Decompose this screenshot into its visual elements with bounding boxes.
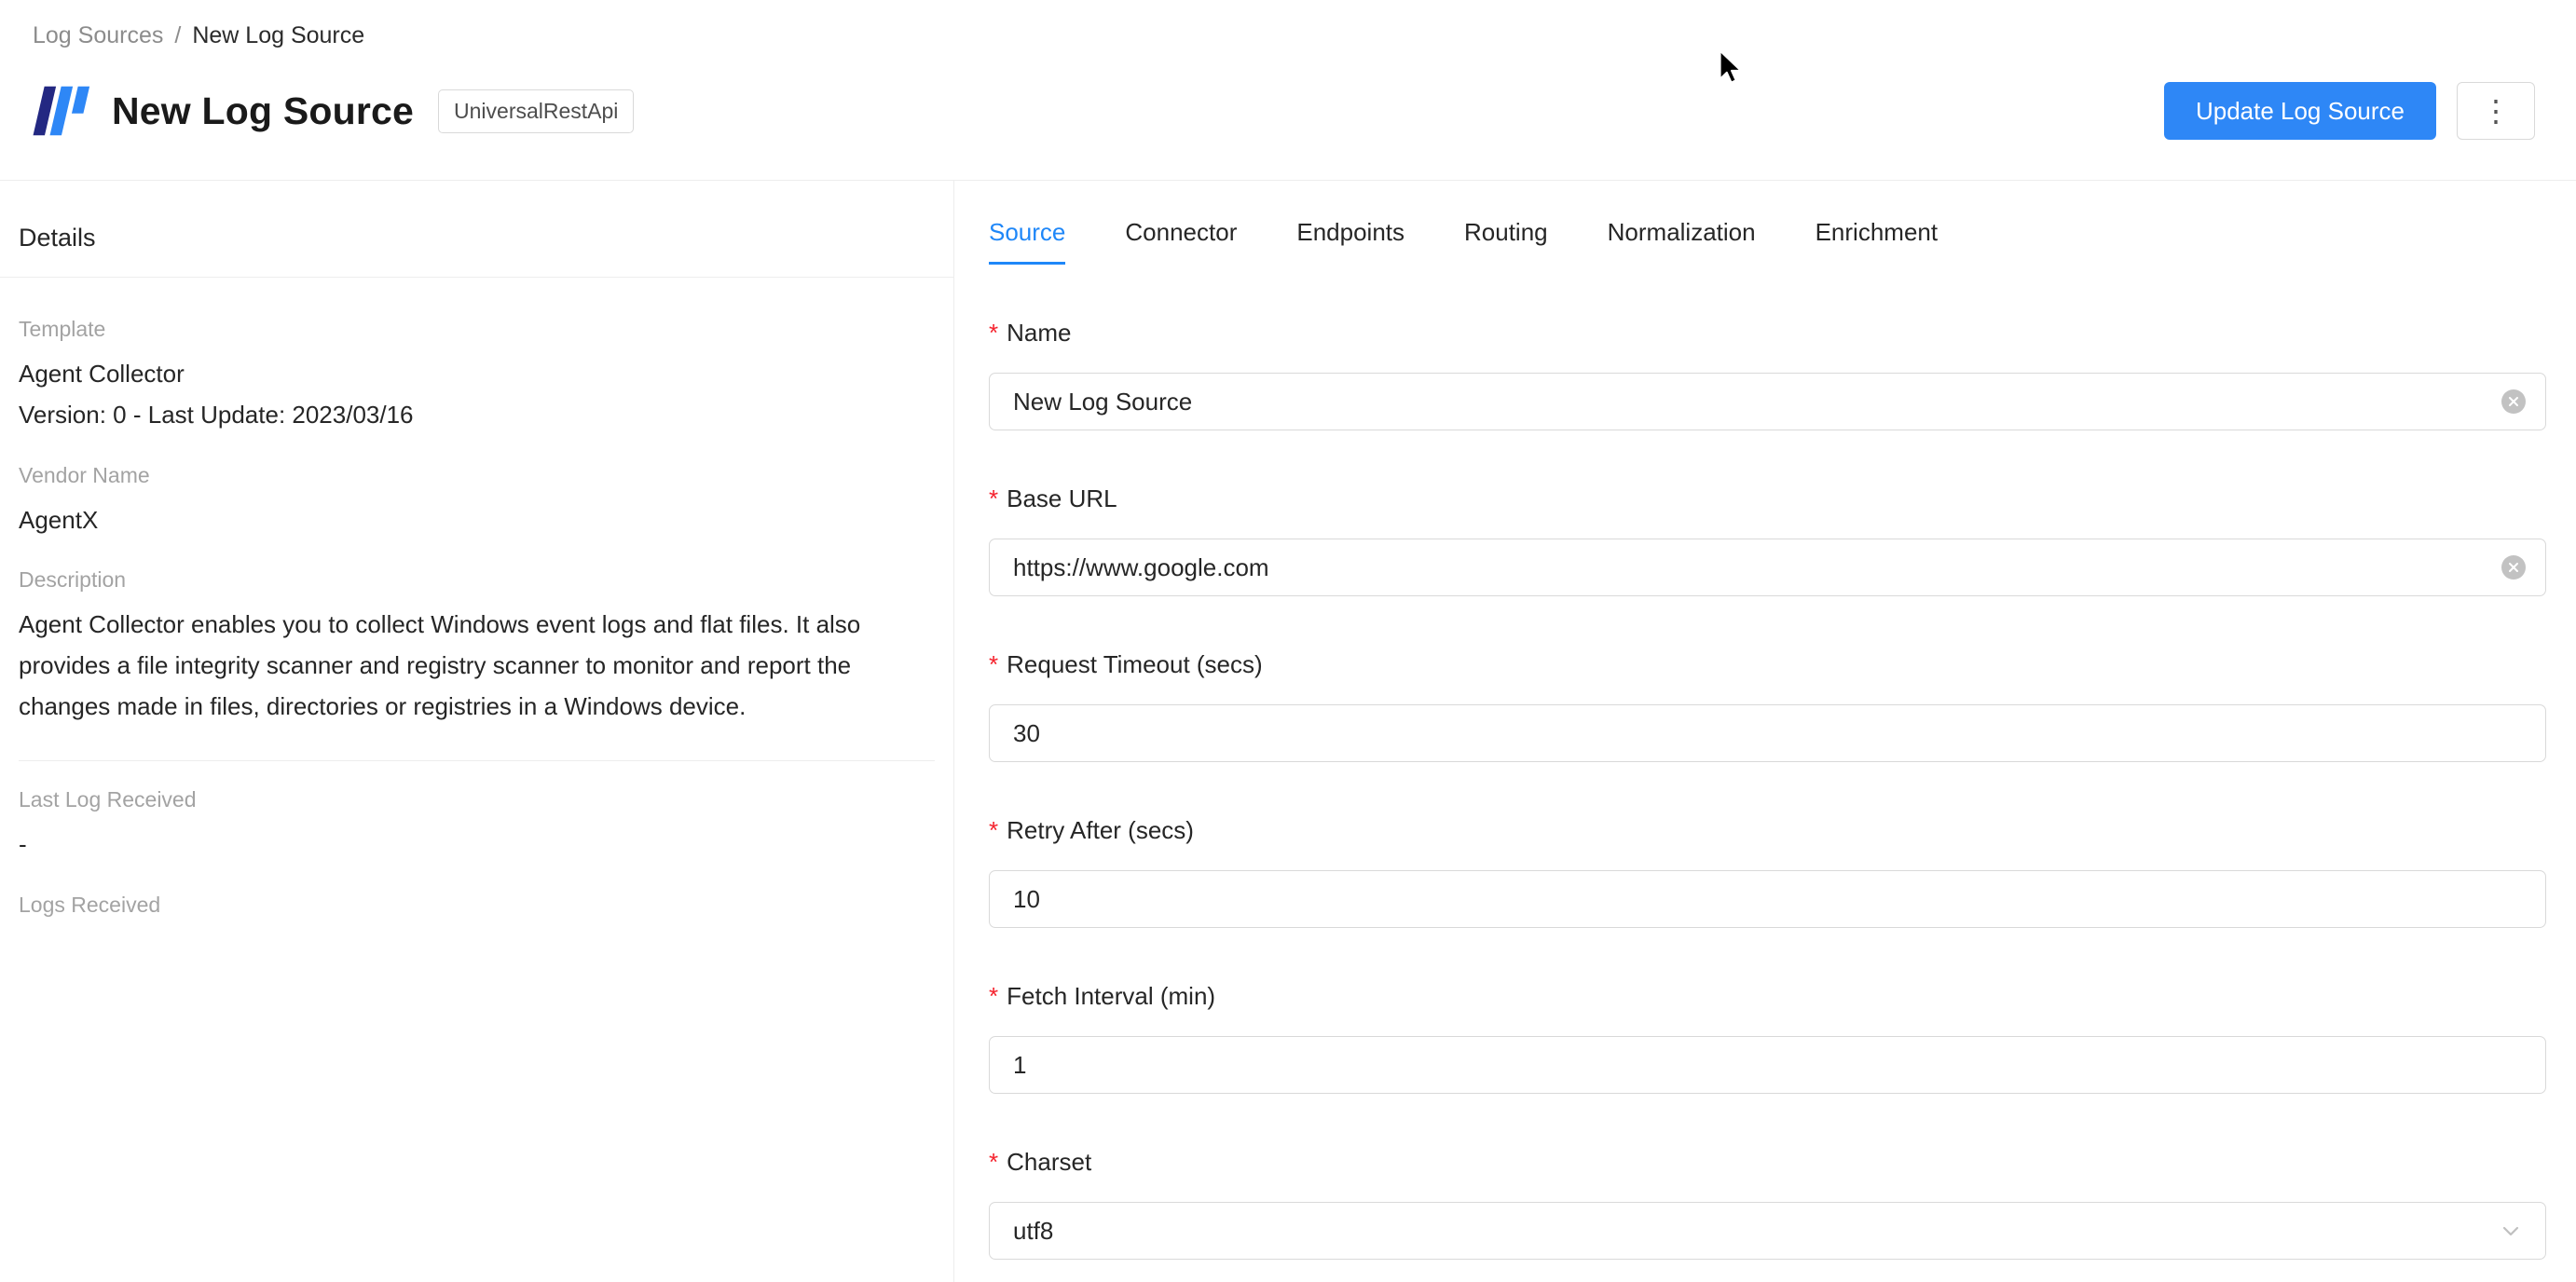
field-label-text: Name [1007,319,1071,347]
required-asterisk: * [989,484,998,512]
fetch-interval-field-label: * Fetch Interval (min) [989,982,2546,1010]
fetch-interval-field: * Fetch Interval (min) [989,982,2546,1094]
charset-selected-value: utf8 [1013,1217,1053,1246]
details-heading: Details [0,181,953,277]
required-asterisk: * [989,319,998,347]
breadcrumb: Log Sources / New Log Source [33,22,364,49]
base-url-field-label: * Base URL [989,484,2546,512]
charset-field: * Charset utf8 [989,1148,2546,1260]
fetch-interval-input-wrap [989,1036,2546,1094]
field-label-text: Base URL [1007,484,1117,512]
breadcrumb-current: New Log Source [192,22,364,49]
ellipsis-icon: ⋮ [2481,96,2511,126]
tab-normalization[interactable]: Normalization [1608,218,1756,265]
retry-after-input[interactable] [989,870,2546,928]
required-asterisk: * [989,1148,998,1176]
template-version: Version: 0 - Last Update: 2023/03/16 [19,394,935,435]
details-mid-divider [19,760,935,761]
clear-icon[interactable] [2501,389,2526,414]
last-log-received-label: Last Log Received [19,787,935,812]
vendor-name-value: AgentX [19,499,935,540]
retry-after-field-label: * Retry After (secs) [989,816,2546,844]
field-label-text: Retry After (secs) [1007,816,1194,844]
base-url-input-wrap [989,539,2546,596]
description-text: Agent Collector enables you to collect W… [19,604,899,727]
request-timeout-field-label: * Request Timeout (secs) [989,650,2546,678]
tab-endpoints[interactable]: Endpoints [1296,218,1404,265]
tab-source[interactable]: Source [989,218,1065,265]
tab-connector[interactable]: Connector [1125,218,1237,265]
template-name: Agent Collector [19,353,935,394]
logs-received-section: Logs Received [19,893,935,918]
description-label: Description [19,567,935,593]
logs-received-label: Logs Received [19,893,935,918]
fetch-interval-input[interactable] [989,1036,2546,1094]
name-field: * Name [989,319,2546,430]
charset-select[interactable]: utf8 [989,1202,2546,1260]
details-panel: Details Template Agent Collector Version… [0,181,954,1282]
charset-field-label: * Charset [989,1148,2546,1176]
tab-bar: Source Connector Endpoints Routing Norma… [989,181,2546,265]
template-section: Template Agent Collector Version: 0 - La… [19,317,935,435]
name-input[interactable] [989,373,2546,430]
template-label: Template [19,317,935,342]
request-timeout-input[interactable] [989,704,2546,762]
header-actions: Update Log Source ⋮ [2164,82,2535,140]
base-url-input[interactable] [989,539,2546,596]
page-title: New Log Source [112,89,414,133]
details-divider [0,277,953,278]
field-label-text: Fetch Interval (min) [1007,982,1215,1010]
required-asterisk: * [989,982,998,1010]
content: Details Template Agent Collector Version… [0,181,2576,1282]
page-header: Log Sources / New Log Source New Log Sou… [0,0,2576,181]
last-log-received-value: - [19,824,935,865]
breadcrumb-log-sources[interactable]: Log Sources [33,22,163,49]
field-label-text: Charset [1007,1148,1091,1176]
vendor-name-label: Vendor Name [19,463,935,488]
retry-after-field: * Retry After (secs) [989,816,2546,928]
clear-icon[interactable] [2501,555,2526,580]
name-field-label: * Name [989,319,2546,347]
header-row: New Log Source UniversalRestApi Update L… [30,80,2535,142]
retry-after-input-wrap [989,870,2546,928]
app-logo [30,80,97,142]
tab-enrichment[interactable]: Enrichment [1816,218,1939,265]
more-actions-button[interactable]: ⋮ [2457,82,2535,140]
chevron-down-icon [2500,1220,2522,1242]
breadcrumb-separator: / [174,22,181,49]
required-asterisk: * [989,650,998,678]
vendor-section: Vendor Name AgentX [19,463,935,540]
base-url-field: * Base URL [989,484,2546,596]
logo-icon [30,80,97,142]
field-label-text: Request Timeout (secs) [1007,650,1263,678]
main-panel: Source Connector Endpoints Routing Norma… [954,181,2576,1282]
tab-routing[interactable]: Routing [1464,218,1548,265]
charset-select-wrap: utf8 [989,1202,2546,1260]
request-timeout-field: * Request Timeout (secs) [989,650,2546,762]
name-input-wrap [989,373,2546,430]
description-section: Description Agent Collector enables you … [19,567,935,727]
last-log-section: Last Log Received - [19,787,935,865]
details-body: Template Agent Collector Version: 0 - La… [0,317,953,918]
request-timeout-input-wrap [989,704,2546,762]
source-form: * Name * Base URL [989,319,2546,1260]
required-asterisk: * [989,816,998,844]
update-log-source-button[interactable]: Update Log Source [2164,82,2436,140]
template-type-badge: UniversalRestApi [438,89,634,133]
